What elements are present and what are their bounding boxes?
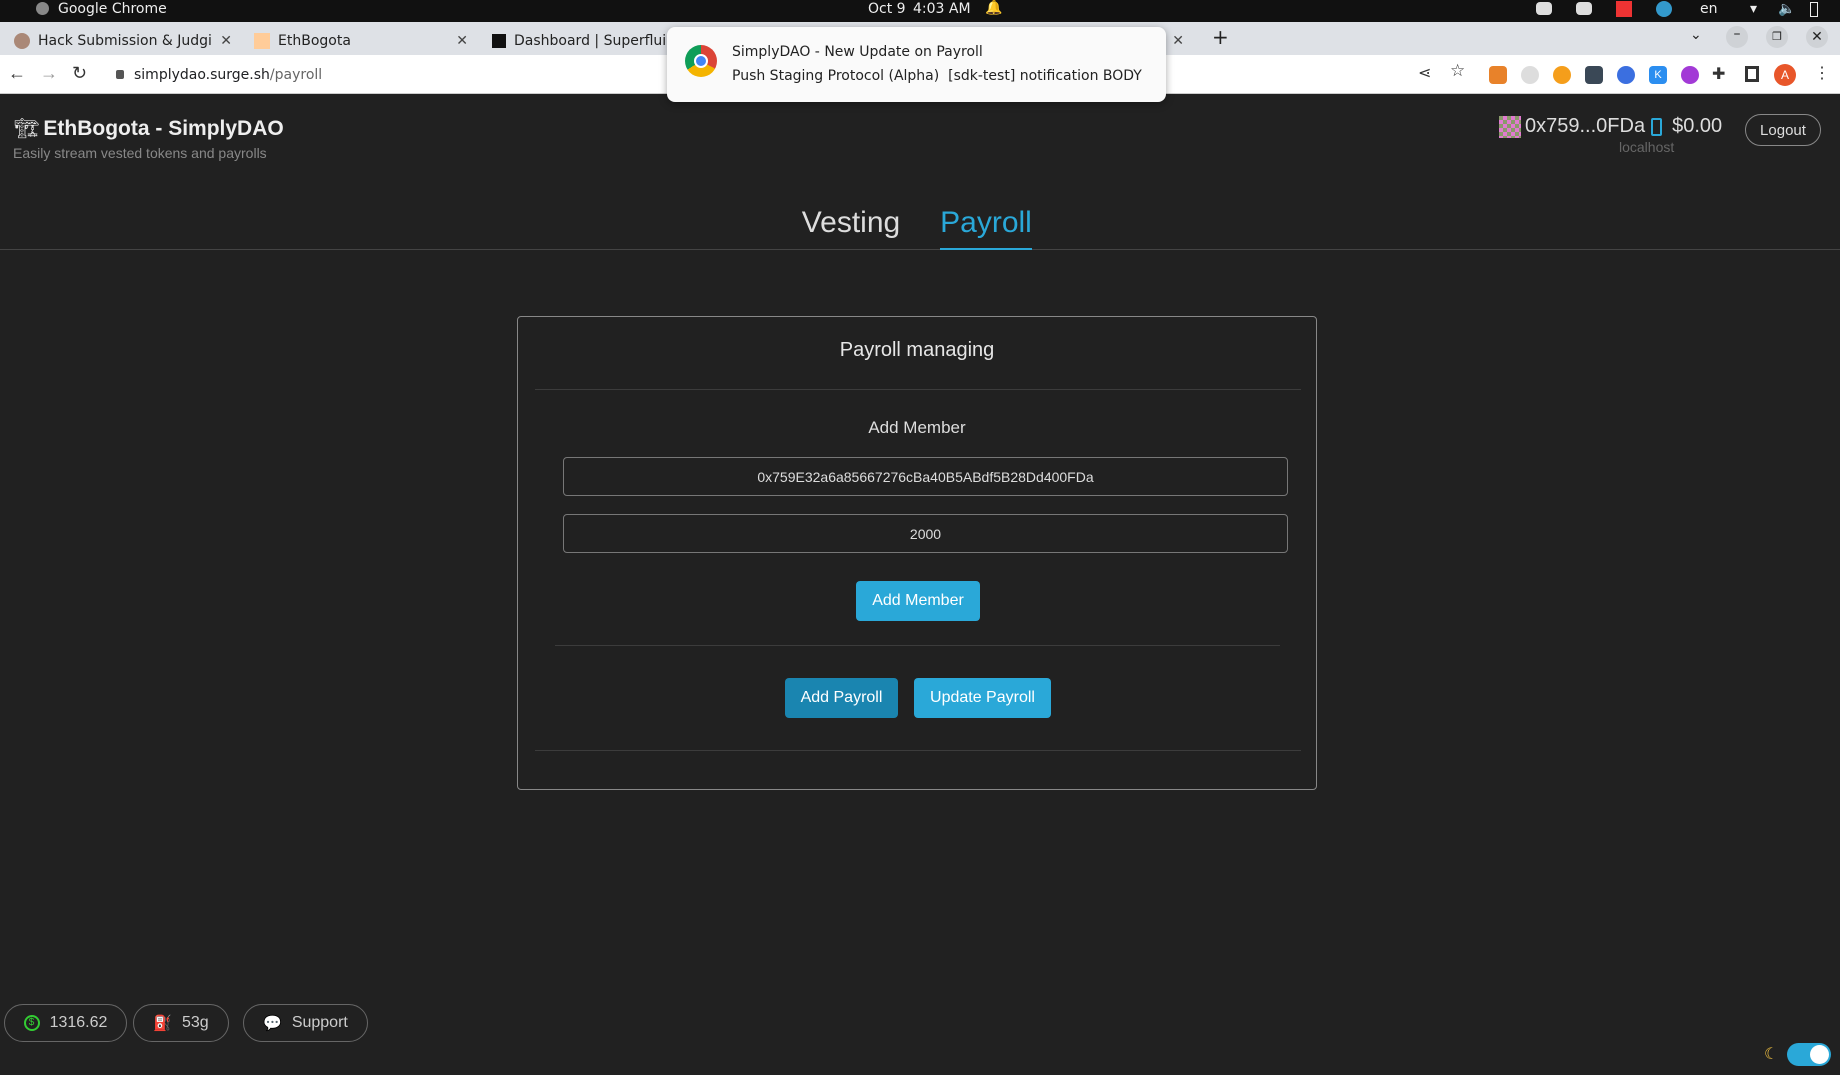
time: 4:03 AM bbox=[913, 1, 971, 17]
new-tab-icon[interactable]: + bbox=[1212, 25, 1229, 49]
gas-value: 53g bbox=[181, 1014, 209, 1031]
wifi-icon[interactable]: ▾ bbox=[1750, 1, 1757, 17]
toggle-knob bbox=[1810, 1045, 1829, 1064]
add-member-label: Add Member bbox=[868, 418, 966, 437]
close-tab-icon[interactable]: ✕ bbox=[220, 33, 232, 49]
app-brand: 🏗 EthBogota - SimplyDAO bbox=[14, 116, 284, 141]
notification-title: SimplyDAO - New Update on Payroll bbox=[732, 44, 983, 60]
back-icon[interactable]: ← bbox=[8, 63, 26, 84]
member-address-input[interactable] bbox=[563, 457, 1288, 496]
tab-title: Hack Submission & Judgi bbox=[38, 32, 212, 49]
url-path: /payroll bbox=[269, 67, 323, 83]
close-window-icon[interactable]: ✕ bbox=[1806, 26, 1828, 48]
profile-avatar[interactable]: A bbox=[1774, 64, 1796, 86]
tab-payroll[interactable]: Payroll bbox=[940, 206, 1032, 250]
close-tab-icon[interactable]: ✕ bbox=[456, 33, 468, 49]
share-icon[interactable]: ⋖ bbox=[1418, 63, 1431, 83]
add-payroll-button[interactable]: Add Payroll bbox=[785, 678, 898, 718]
os-top-bar: Google Chrome Oct 9 4:03 AM 🔔 en ▾ 🔈 bbox=[0, 0, 1840, 22]
moon-icon: ☾ bbox=[1764, 1046, 1779, 1063]
divider bbox=[555, 645, 1280, 646]
nav-divider bbox=[0, 249, 1840, 250]
tray-app-icon[interactable] bbox=[1656, 1, 1672, 17]
wallet-balance: $0.00 bbox=[1672, 115, 1723, 137]
logout-button[interactable]: Logout bbox=[1745, 114, 1821, 146]
crane-icon: 🏗 bbox=[14, 118, 40, 140]
date: Oct 9 bbox=[868, 1, 906, 17]
extension-icon[interactable] bbox=[1553, 66, 1571, 84]
browser-tab[interactable]: Hack Submission & Judgi ✕ bbox=[4, 26, 240, 55]
update-payroll-button[interactable]: Update Payroll bbox=[914, 678, 1051, 718]
discord-icon[interactable] bbox=[1576, 2, 1592, 15]
bookmark-star-icon[interactable]: ☆ bbox=[1450, 61, 1465, 81]
chrome-icon bbox=[685, 45, 717, 77]
card-title: Payroll managing bbox=[839, 339, 995, 361]
app-name: Google Chrome bbox=[58, 1, 167, 17]
wallet-address: 0x759...0FDa bbox=[1525, 115, 1646, 137]
tab-title: Dashboard | Superflui bbox=[514, 32, 667, 49]
side-panel-icon[interactable] bbox=[1745, 66, 1759, 82]
push-notification[interactable]: SimplyDAO - New Update on Payroll Push S… bbox=[667, 27, 1166, 102]
language-indicator[interactable]: en bbox=[1700, 1, 1718, 17]
restore-icon[interactable]: ❐ bbox=[1766, 26, 1788, 48]
tab-search-icon[interactable]: ⌄ bbox=[1690, 27, 1702, 43]
dark-mode-toggle[interactable] bbox=[1787, 1043, 1831, 1066]
app-subtitle: Easily stream vested tokens and payrolls bbox=[13, 145, 267, 161]
wallet-avatar bbox=[1499, 115, 1521, 138]
copy-icon[interactable] bbox=[1651, 117, 1663, 136]
price-badge[interactable]: $ 1316.62 bbox=[4, 1004, 127, 1042]
member-amount-input[interactable] bbox=[563, 514, 1288, 553]
divider bbox=[535, 750, 1301, 751]
anydesk-icon[interactable] bbox=[1616, 1, 1632, 17]
price-value: 1316.62 bbox=[49, 1014, 108, 1031]
wallet-info[interactable]: 0x759...0FDa $0.00 bbox=[1499, 115, 1722, 138]
dollar-icon: $ bbox=[23, 1015, 40, 1031]
add-member-button[interactable]: Add Member bbox=[856, 581, 980, 621]
support-label: Support bbox=[291, 1014, 348, 1031]
lock-icon bbox=[116, 70, 124, 79]
discord-icon[interactable] bbox=[1536, 2, 1552, 15]
menu-kebab-icon[interactable]: ⋮ bbox=[1814, 63, 1830, 83]
extension-icon[interactable] bbox=[1681, 66, 1699, 84]
forward-icon[interactable]: → bbox=[40, 63, 58, 84]
fuel-pump-icon: ⛽ bbox=[153, 1015, 172, 1032]
tab-vesting[interactable]: Vesting bbox=[792, 206, 910, 240]
network-label: localhost bbox=[1619, 139, 1675, 155]
extension-icon[interactable] bbox=[1617, 66, 1635, 84]
metamask-extension-icon[interactable] bbox=[1489, 66, 1507, 84]
divider bbox=[535, 389, 1301, 390]
browser-tab[interactable]: EthBogota ✕ bbox=[244, 26, 476, 55]
battery-icon[interactable] bbox=[1810, 2, 1818, 17]
tab-title: EthBogota bbox=[278, 32, 351, 49]
speech-bubble-icon: 💬 bbox=[263, 1015, 282, 1032]
tab-favicon-icon bbox=[492, 33, 506, 48]
extension-icon[interactable] bbox=[1585, 66, 1603, 84]
puzzle-extensions-icon[interactable]: ✚ bbox=[1712, 64, 1725, 84]
extension-icon[interactable]: K bbox=[1649, 66, 1667, 84]
reload-icon[interactable]: ↻ bbox=[72, 63, 87, 84]
close-tab-icon[interactable]: ✕ bbox=[1172, 33, 1184, 49]
url-host: simplydao.surge.sh bbox=[134, 67, 270, 83]
extension-icon[interactable] bbox=[1521, 66, 1539, 84]
tab-favicon-icon bbox=[14, 32, 30, 49]
chrome-app-icon bbox=[36, 2, 49, 15]
payroll-card: Payroll managing Add Member Add Member A… bbox=[517, 316, 1317, 790]
notification-body: Push Staging Protocol (Alpha) [sdk-test]… bbox=[732, 68, 1142, 84]
app-title: EthBogota - SimplyDAO bbox=[43, 116, 284, 140]
support-button[interactable]: 💬 Support bbox=[243, 1004, 368, 1042]
bell-icon[interactable]: 🔔 bbox=[985, 0, 1002, 16]
minimize-icon[interactable]: – bbox=[1726, 26, 1748, 48]
gas-badge[interactable]: ⛽ 53g bbox=[133, 1004, 229, 1042]
volume-icon[interactable]: 🔈 bbox=[1778, 1, 1795, 17]
tab-favicon-icon bbox=[254, 32, 270, 49]
